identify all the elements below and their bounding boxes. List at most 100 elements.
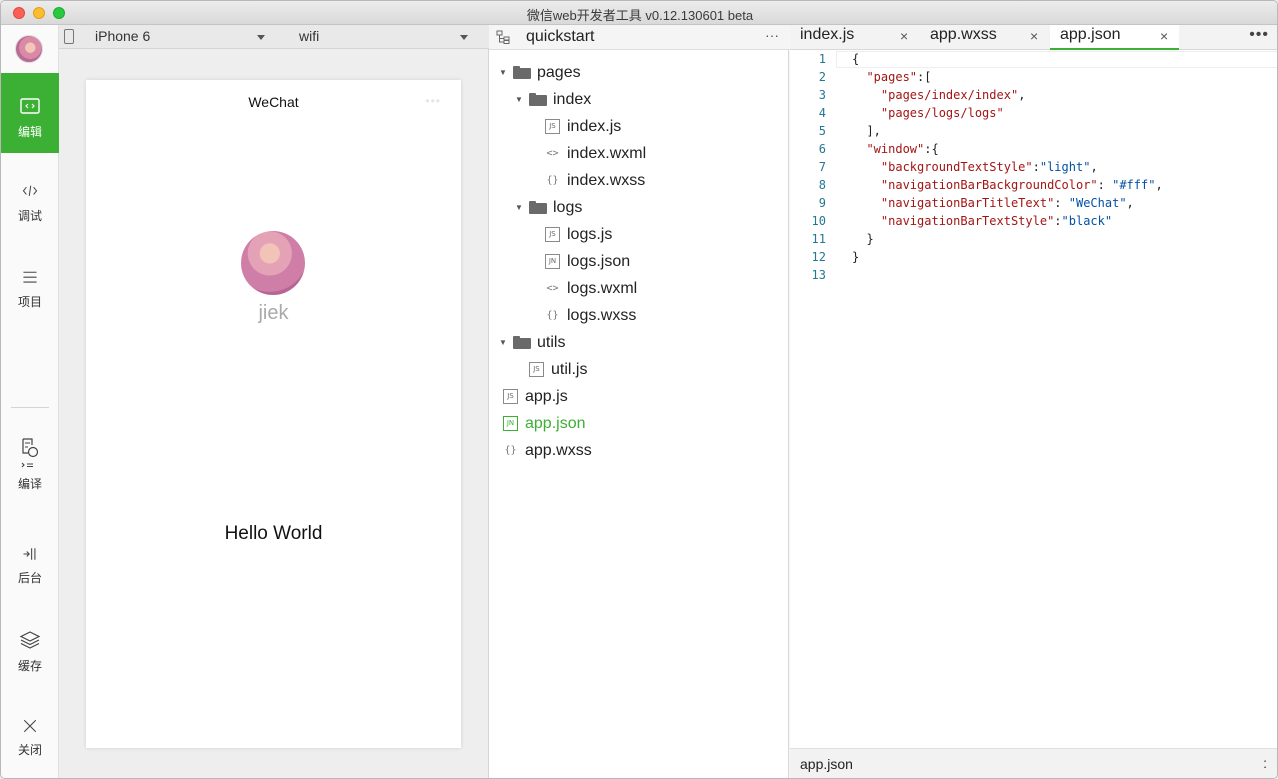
- user-avatar[interactable]: [241, 231, 305, 295]
- tab-app-wxss[interactable]: app.wxss ×: [920, 25, 1046, 49]
- code-editor[interactable]: 1 2 3 4 5 6 7 8 9 10 11 12 13 { "pages":…: [790, 50, 1277, 748]
- tab-app-json[interactable]: app.json ×: [1050, 25, 1179, 50]
- phone-icon[interactable]: [64, 29, 74, 44]
- tree-file-logs-wxml[interactable]: <> logs.wxml: [545, 275, 637, 302]
- line-number: 12: [811, 250, 826, 264]
- menu-icon: [23, 271, 37, 283]
- js-file-icon: JS: [529, 362, 544, 377]
- file-tree-icon[interactable]: [496, 30, 510, 44]
- caret-down-icon[interactable]: ▼: [499, 338, 509, 347]
- close-tab-icon[interactable]: ×: [900, 28, 908, 44]
- line-number-gutter: 1 2 3 4 5 6 7 8 9 10 11 12 13: [790, 50, 836, 748]
- compile-icon: [21, 438, 39, 468]
- line-number: 9: [818, 196, 826, 210]
- sidebar-item-label: 调试: [17, 209, 42, 223]
- sidebar-item-compile[interactable]: 编译: [1, 427, 59, 507]
- tree-folder-utils[interactable]: ▼ utils: [499, 329, 565, 356]
- wxml-file-icon: <>: [546, 148, 559, 159]
- more-icon[interactable]: •••: [1249, 26, 1269, 44]
- network-select[interactable]: wifi: [299, 28, 319, 44]
- sidebar-item-cache[interactable]: 缓存: [1, 613, 59, 693]
- chevron-down-icon[interactable]: [460, 35, 468, 40]
- code-line: "pages":[: [866, 70, 932, 84]
- sidebar-item-project[interactable]: 项目: [1, 239, 59, 319]
- tree-folder-pages[interactable]: ▼ pages: [499, 59, 581, 86]
- hello-text: Hello World: [224, 523, 323, 544]
- sidebar-item-edit[interactable]: 编辑: [1, 73, 59, 153]
- debug-icon: [22, 185, 38, 196]
- sidebar-item-label: 关闭: [17, 743, 42, 757]
- tree-file-util-js[interactable]: JS util.js: [529, 356, 587, 383]
- sidebar-avatar-area[interactable]: [1, 25, 59, 73]
- caret-down-icon[interactable]: ▼: [515, 95, 525, 104]
- tree-folder-logs[interactable]: ▼ logs: [515, 194, 582, 221]
- wxss-file-icon: {}: [504, 445, 517, 456]
- code-line: "navigationBarBackgroundColor": "#fff",: [880, 178, 1163, 192]
- js-file-icon: JS: [545, 119, 560, 134]
- sidebar: 编辑 调试 项目 编译 后台 缓存 关闭: [1, 25, 59, 778]
- sidebar-item-label: 编译: [17, 477, 42, 491]
- tree-file-index-wxml[interactable]: <> index.wxml: [545, 140, 646, 167]
- json-file-icon: JN: [545, 254, 560, 269]
- tree-item-label: index.js: [567, 117, 622, 135]
- tree-item-label: index.wxml: [567, 144, 647, 162]
- avatar[interactable]: [15, 35, 43, 63]
- phone-screen[interactable]: WeChat ••• jiek Hello World: [86, 80, 461, 748]
- tab-label: app.wxss: [930, 26, 997, 43]
- tree-file-index-js[interactable]: JS index.js: [545, 113, 621, 140]
- tree-file-app-json[interactable]: JN app.json: [503, 410, 586, 437]
- tree-file-index-wxss[interactable]: {} index.wxss: [545, 167, 645, 194]
- line-number: 6: [818, 142, 826, 156]
- tree-item-label: app.json: [525, 414, 586, 432]
- tab-label: index.js: [800, 26, 855, 43]
- tree-item-label: util.js: [551, 360, 588, 378]
- tab-index-js[interactable]: index.js ×: [790, 25, 918, 49]
- sidebar-item-debug[interactable]: 调试: [1, 153, 59, 233]
- js-file-icon: JS: [503, 389, 518, 404]
- tree-file-logs-js[interactable]: JS logs.js: [545, 221, 612, 248]
- tree-item-label: logs.json: [567, 252, 631, 270]
- project-name: quickstart: [526, 28, 595, 45]
- line-number: 8: [818, 178, 826, 192]
- sidebar-item-label: 后台: [17, 571, 42, 585]
- nav-bar-title: WeChat: [248, 94, 299, 110]
- sidebar-item-backend[interactable]: 后台: [1, 525, 59, 605]
- tree-item-label: index.wxss: [567, 171, 646, 189]
- user-nickname: jiek: [258, 302, 289, 324]
- simulator-panel: WeChat ••• jiek Hello World: [59, 49, 489, 778]
- wxml-file-icon: <>: [546, 283, 559, 294]
- current-line-highlight: [836, 51, 1277, 68]
- code-icon: [20, 98, 40, 114]
- tree-file-logs-json[interactable]: JN logs.json: [545, 248, 630, 275]
- tree-item-label: logs.wxml: [567, 279, 638, 297]
- close-tab-icon[interactable]: ×: [1030, 28, 1038, 44]
- close-tab-icon[interactable]: ×: [1160, 28, 1168, 44]
- code-line: {: [852, 52, 860, 66]
- file-tree: ▼ pages ▼ index JS index.js <> index.wxm…: [489, 50, 789, 778]
- tree-item-label: logs.wxss: [567, 306, 637, 324]
- more-icon[interactable]: ···: [765, 27, 779, 43]
- tree-file-app-wxss[interactable]: {} app.wxss: [503, 437, 592, 464]
- layers-icon: [19, 631, 41, 649]
- tree-item-label: logs.js: [567, 225, 613, 243]
- code-line: "window":{: [866, 142, 939, 156]
- line-number: 2: [818, 70, 826, 84]
- chevron-down-icon[interactable]: [257, 35, 265, 40]
- line-number: 10: [811, 214, 826, 228]
- code-line: "navigationBarTitleText": "WeChat",: [880, 196, 1134, 210]
- tree-file-logs-wxss[interactable]: {} logs.wxss: [545, 302, 636, 329]
- editor-tab-bar: index.js × app.wxss × app.json × •••: [790, 25, 1277, 50]
- sidebar-item-close[interactable]: 关闭: [1, 701, 59, 778]
- js-file-icon: JS: [545, 227, 560, 242]
- line-number: 7: [818, 160, 826, 174]
- code-line: }: [852, 250, 860, 264]
- tree-item-label: app.wxss: [525, 441, 592, 459]
- device-select[interactable]: iPhone 6: [95, 28, 150, 44]
- json-file-icon: JN: [503, 416, 518, 431]
- caret-down-icon[interactable]: ▼: [515, 203, 525, 212]
- tree-folder-index[interactable]: ▼ index: [515, 86, 591, 113]
- caret-down-icon[interactable]: ▼: [499, 68, 509, 77]
- line-number: 11: [811, 232, 826, 246]
- nav-menu-icon[interactable]: •••: [425, 94, 441, 108]
- tree-file-app-js[interactable]: JS app.js: [503, 383, 568, 410]
